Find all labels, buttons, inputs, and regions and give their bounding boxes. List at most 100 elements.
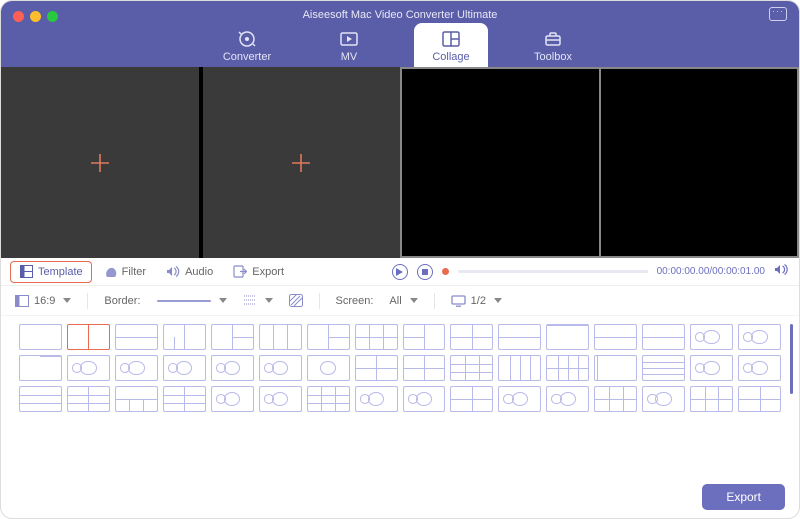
template-thumb[interactable]: [19, 355, 62, 381]
template-thumb[interactable]: [355, 355, 398, 381]
template-thumb[interactable]: [690, 386, 733, 412]
playback-controls: 00:00:00.00/00:00:01.00: [392, 263, 789, 281]
template-thumb[interactable]: [498, 355, 541, 381]
converter-icon: [237, 30, 257, 48]
template-thumb[interactable]: [67, 324, 110, 350]
template-thumb[interactable]: [738, 355, 781, 381]
template-thumb[interactable]: [211, 355, 254, 381]
border-color-select[interactable]: [157, 298, 227, 303]
option-bar: 16:9 Border: Screen: All 1/2: [1, 286, 799, 316]
template-thumb[interactable]: [19, 386, 62, 412]
template-thumb[interactable]: [450, 386, 493, 412]
tab-audio[interactable]: Audio: [158, 262, 221, 282]
scrollbar[interactable]: [790, 324, 793, 394]
subtab-bar: Template Filter Audio Export 00:00:00.00…: [1, 258, 799, 286]
nav-collage[interactable]: Collage: [414, 23, 488, 67]
chevron-down-icon: [219, 298, 227, 303]
nav-converter[interactable]: Converter: [210, 23, 284, 67]
nav-toolbox[interactable]: Toolbox: [516, 23, 590, 67]
template-thumb[interactable]: [642, 324, 685, 350]
template-thumb[interactable]: [19, 324, 62, 350]
border-pattern-select[interactable]: [289, 294, 303, 307]
template-thumb[interactable]: [738, 324, 781, 350]
chevron-down-icon: [265, 298, 273, 303]
separator: [319, 293, 320, 309]
page-select[interactable]: 1/2: [451, 295, 502, 307]
border-style-select[interactable]: [243, 294, 273, 307]
add-media-slot[interactable]: [203, 67, 401, 258]
tab-filter[interactable]: Filter: [95, 262, 154, 282]
template-thumb[interactable]: [259, 386, 302, 412]
template-thumb[interactable]: [211, 386, 254, 412]
playhead-icon[interactable]: [442, 268, 449, 275]
tab-export[interactable]: Export: [225, 262, 292, 282]
template-thumb[interactable]: [594, 355, 637, 381]
template-thumb[interactable]: [115, 355, 158, 381]
export-button[interactable]: Export: [702, 484, 785, 510]
preview-slot: [402, 69, 599, 256]
aspect-icon: [15, 295, 29, 307]
template-thumb[interactable]: [546, 386, 589, 412]
chevron-down-icon: [63, 298, 71, 303]
template-thumb[interactable]: [594, 324, 637, 350]
add-media-slot[interactable]: [1, 67, 199, 258]
stop-button[interactable]: [417, 264, 433, 280]
template-thumb[interactable]: [498, 386, 541, 412]
volume-icon[interactable]: [774, 263, 789, 281]
mv-icon: [339, 30, 359, 48]
nav-label: Collage: [432, 51, 469, 63]
template-thumb[interactable]: [307, 324, 350, 350]
time-display: 00:00:00.00/00:00:01.00: [657, 266, 765, 277]
template-thumb[interactable]: [355, 386, 398, 412]
tab-template[interactable]: Template: [11, 262, 91, 282]
template-thumb[interactable]: [738, 386, 781, 412]
template-thumb[interactable]: [259, 355, 302, 381]
template-thumb[interactable]: [115, 324, 158, 350]
template-thumb[interactable]: [403, 355, 446, 381]
template-thumb[interactable]: [163, 355, 206, 381]
stage: [1, 67, 799, 258]
template-thumb[interactable]: [642, 355, 685, 381]
template-thumb[interactable]: [355, 324, 398, 350]
audio-icon: [166, 265, 180, 279]
template-thumb[interactable]: [450, 324, 493, 350]
feedback-icon[interactable]: [769, 7, 787, 21]
template-thumb[interactable]: [546, 355, 589, 381]
template-thumb[interactable]: [450, 355, 493, 381]
toolbox-icon: [543, 30, 563, 48]
template-thumb[interactable]: [403, 386, 446, 412]
template-thumb[interactable]: [307, 386, 350, 412]
tab-label: Filter: [122, 266, 146, 278]
template-thumb[interactable]: [498, 324, 541, 350]
template-thumb[interactable]: [163, 386, 206, 412]
template-thumb[interactable]: [163, 324, 206, 350]
template-thumb[interactable]: [259, 324, 302, 350]
template-thumb[interactable]: [690, 355, 733, 381]
separator: [434, 293, 435, 309]
tab-label: Export: [252, 266, 284, 278]
nav-label: Converter: [223, 51, 271, 63]
nav-label: Toolbox: [534, 51, 572, 63]
template-thumb[interactable]: [115, 386, 158, 412]
template-thumb[interactable]: [546, 324, 589, 350]
template-thumb[interactable]: [67, 386, 110, 412]
aspect-ratio-select[interactable]: 16:9: [15, 295, 71, 307]
nav-mv[interactable]: MV: [312, 23, 386, 67]
template-thumb[interactable]: [690, 324, 733, 350]
template-thumb[interactable]: [307, 355, 350, 381]
separator: [87, 293, 88, 309]
template-thumb[interactable]: [67, 355, 110, 381]
aspect-value: 16:9: [34, 295, 55, 307]
template-thumb[interactable]: [211, 324, 254, 350]
tab-label: Template: [38, 266, 83, 278]
screen-select[interactable]: All: [389, 295, 417, 307]
template-thumb[interactable]: [403, 324, 446, 350]
edit-pane: [1, 67, 400, 258]
page-value: 1/2: [471, 295, 486, 307]
template-thumb[interactable]: [594, 386, 637, 412]
play-button[interactable]: [392, 264, 408, 280]
app-window: Aiseesoft Mac Video Converter Ultimate C…: [0, 0, 800, 519]
template-thumb[interactable]: [642, 386, 685, 412]
filter-icon: [103, 265, 117, 279]
timeline-track[interactable]: [458, 270, 648, 273]
